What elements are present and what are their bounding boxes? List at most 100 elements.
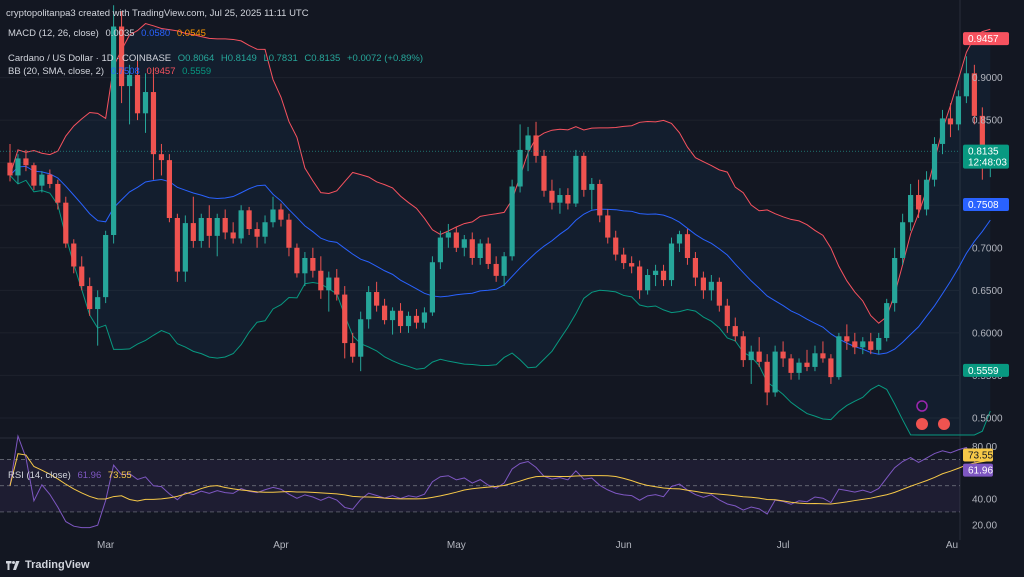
candle-body: [174, 217, 180, 272]
candle-body: [350, 343, 356, 357]
candle-body: [716, 281, 722, 306]
ohlc-open: O0.8064: [177, 53, 215, 64]
tradingview-brand[interactable]: TradingView: [6, 559, 90, 571]
candle-body: [7, 162, 13, 176]
created-by-text: cryptopolitanpa3 created with TradingVie…: [6, 8, 309, 19]
bb-legend[interactable]: BB (20, SMA, close, 2) 0.7508 0.9457 0.5…: [8, 66, 211, 77]
candle-body: [637, 266, 643, 291]
badge-last-price-text: 12:48:03: [968, 158, 1007, 169]
candle-body: [868, 341, 874, 350]
brand-name: TradingView: [25, 559, 90, 571]
candle-body: [796, 362, 802, 373]
candle-body: [190, 223, 196, 241]
candle-body: [908, 195, 914, 223]
candle-body: [788, 358, 794, 373]
candle-body: [764, 361, 770, 393]
candle-body: [732, 326, 738, 337]
candle-body: [700, 277, 706, 291]
candle-body: [421, 312, 428, 323]
candle-body: [756, 351, 762, 362]
candle-body: [214, 217, 220, 236]
candle-body: [915, 195, 922, 210]
candle-body: [613, 237, 619, 255]
candle-body: [900, 222, 906, 258]
candle-body: [134, 75, 141, 114]
candle-body: [262, 222, 268, 237]
macd-value-1: 0.0035: [105, 28, 135, 39]
candle-body: [55, 183, 61, 203]
candle-body: [334, 277, 340, 295]
rsi-value: 61.96: [77, 470, 102, 481]
candle-body: [740, 336, 746, 361]
candle-body: [573, 155, 579, 204]
trading-chart[interactable]: 0.90000.85000.80000.75000.70000.65000.60…: [0, 0, 1024, 577]
candle-body: [381, 305, 388, 321]
candle-body: [549, 190, 555, 203]
candle-body: [397, 310, 404, 327]
candle-body: [469, 239, 475, 258]
bb-mid-value: 0.7508: [110, 66, 140, 77]
candle-body: [629, 263, 635, 267]
candle-body: [326, 277, 332, 291]
candle-body: [517, 149, 523, 187]
candle-body: [724, 305, 730, 327]
candle-body: [947, 118, 954, 125]
candle-body: [684, 234, 691, 258]
candle-body: [931, 143, 938, 180]
rsi-legend[interactable]: RSI (14, close) 61.96 73.55: [8, 470, 132, 481]
price-axis-label: 0.7000: [972, 243, 1003, 254]
chart-canvas[interactable]: 0.90000.85000.80000.75000.70000.65000.60…: [0, 0, 1024, 577]
candle-body: [668, 243, 675, 281]
candle-body: [652, 270, 659, 276]
rsi-pane: [0, 434, 991, 529]
candle-body: [501, 256, 507, 276]
candle-body: [47, 174, 53, 184]
symbol-legend[interactable]: Cardano / US Dollar · 1D · COINBASE O0.8…: [8, 53, 423, 64]
ohlc-low: L0.7831: [263, 53, 298, 64]
time-axis-label: Jul: [777, 540, 790, 551]
time-axis-label: Jun: [616, 540, 632, 551]
time-axis-label: May: [447, 540, 466, 551]
candle-body: [31, 165, 37, 186]
candle-body: [820, 353, 826, 359]
candle-body: [676, 234, 683, 244]
candle-body: [860, 341, 866, 348]
candle-body: [828, 358, 834, 378]
symbol-label: Cardano / US Dollar · 1D · COINBASE: [8, 53, 172, 64]
candle-body: [206, 217, 212, 236]
candle-body: [884, 303, 890, 338]
price-axis-label: 0.6000: [972, 328, 1003, 339]
candle-body: [366, 292, 372, 320]
candle-body: [302, 257, 308, 274]
ohlc-change: +0.0072 (+0.89%): [346, 53, 424, 64]
rsi-ma-badge-text: 73.55: [968, 450, 993, 461]
candle-body: [557, 195, 563, 203]
candle-body: [254, 229, 260, 237]
candle-body: [445, 232, 451, 238]
badge-bb-upper-text: 0.9457: [968, 34, 999, 45]
candle-body: [166, 160, 172, 218]
ohlc-close: C0.8135: [304, 53, 341, 64]
badge-last-price-text: 0.8135: [968, 147, 999, 158]
candle-body: [780, 351, 786, 359]
candle-body: [692, 257, 699, 278]
candle-body: [71, 243, 77, 267]
candle-body: [39, 174, 45, 186]
macd-value-2: 0.0580: [141, 28, 171, 39]
candle-body: [939, 118, 946, 144]
candle-body: [238, 210, 244, 239]
candle-body: [477, 243, 483, 258]
candle-body: [525, 135, 531, 150]
candle-body: [772, 351, 778, 393]
candle-body: [453, 232, 459, 248]
macd-legend[interactable]: MACD (12, 26, close) 0.0035 0.0580 0.054…: [8, 28, 206, 39]
us-flag-event-icon: [938, 418, 950, 430]
candle-body: [621, 254, 627, 264]
candle-body: [876, 337, 882, 350]
candle-body: [198, 217, 204, 241]
candle-body: [63, 202, 69, 244]
bb-label: BB (20, SMA, close, 2): [8, 66, 105, 77]
tradingview-logo-icon: [6, 560, 20, 570]
rsi-axis-label: 40.00: [972, 494, 997, 505]
candle-body: [963, 73, 969, 97]
